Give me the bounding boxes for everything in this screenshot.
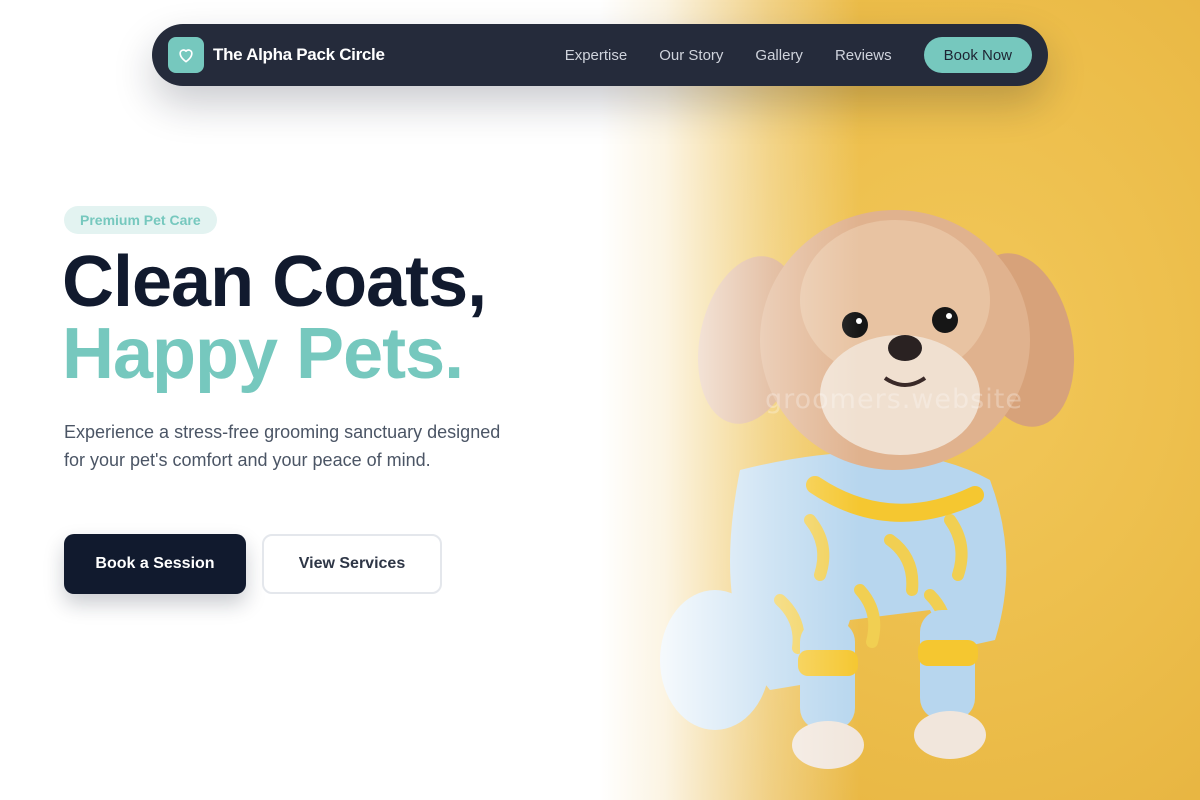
view-services-button[interactable]: View Services xyxy=(262,534,442,594)
hero-image: groomers.website xyxy=(600,0,1200,800)
brand[interactable]: The Alpha Pack Circle xyxy=(168,37,385,73)
nav-link-gallery[interactable]: Gallery xyxy=(755,47,803,64)
nav-link-our-story[interactable]: Our Story xyxy=(659,47,723,64)
nav-links: Expertise Our Story Gallery Reviews xyxy=(565,47,892,64)
book-now-button[interactable]: Book Now xyxy=(923,37,1032,73)
headline-line-2: Happy Pets. xyxy=(62,314,464,394)
navbar: The Alpha Pack Circle Expertise Our Stor… xyxy=(152,24,1048,86)
book-session-button[interactable]: Book a Session xyxy=(64,534,246,594)
hero-headline: Clean Coats, Happy Pets. xyxy=(62,242,487,394)
premium-badge: Premium Pet Care xyxy=(64,206,217,234)
nav-link-expertise[interactable]: Expertise xyxy=(565,47,628,64)
landing-page: groomers.website The Alpha Pack Circle E… xyxy=(0,0,1200,800)
image-watermark: groomers.website xyxy=(765,384,1023,415)
hero-description: Experience a stress-free grooming sanctu… xyxy=(64,422,501,470)
headline-line-1: Clean Coats, xyxy=(62,242,487,322)
heart-icon xyxy=(168,37,204,73)
nav-link-reviews[interactable]: Reviews xyxy=(835,47,892,64)
brand-name: The Alpha Pack Circle xyxy=(213,45,385,64)
